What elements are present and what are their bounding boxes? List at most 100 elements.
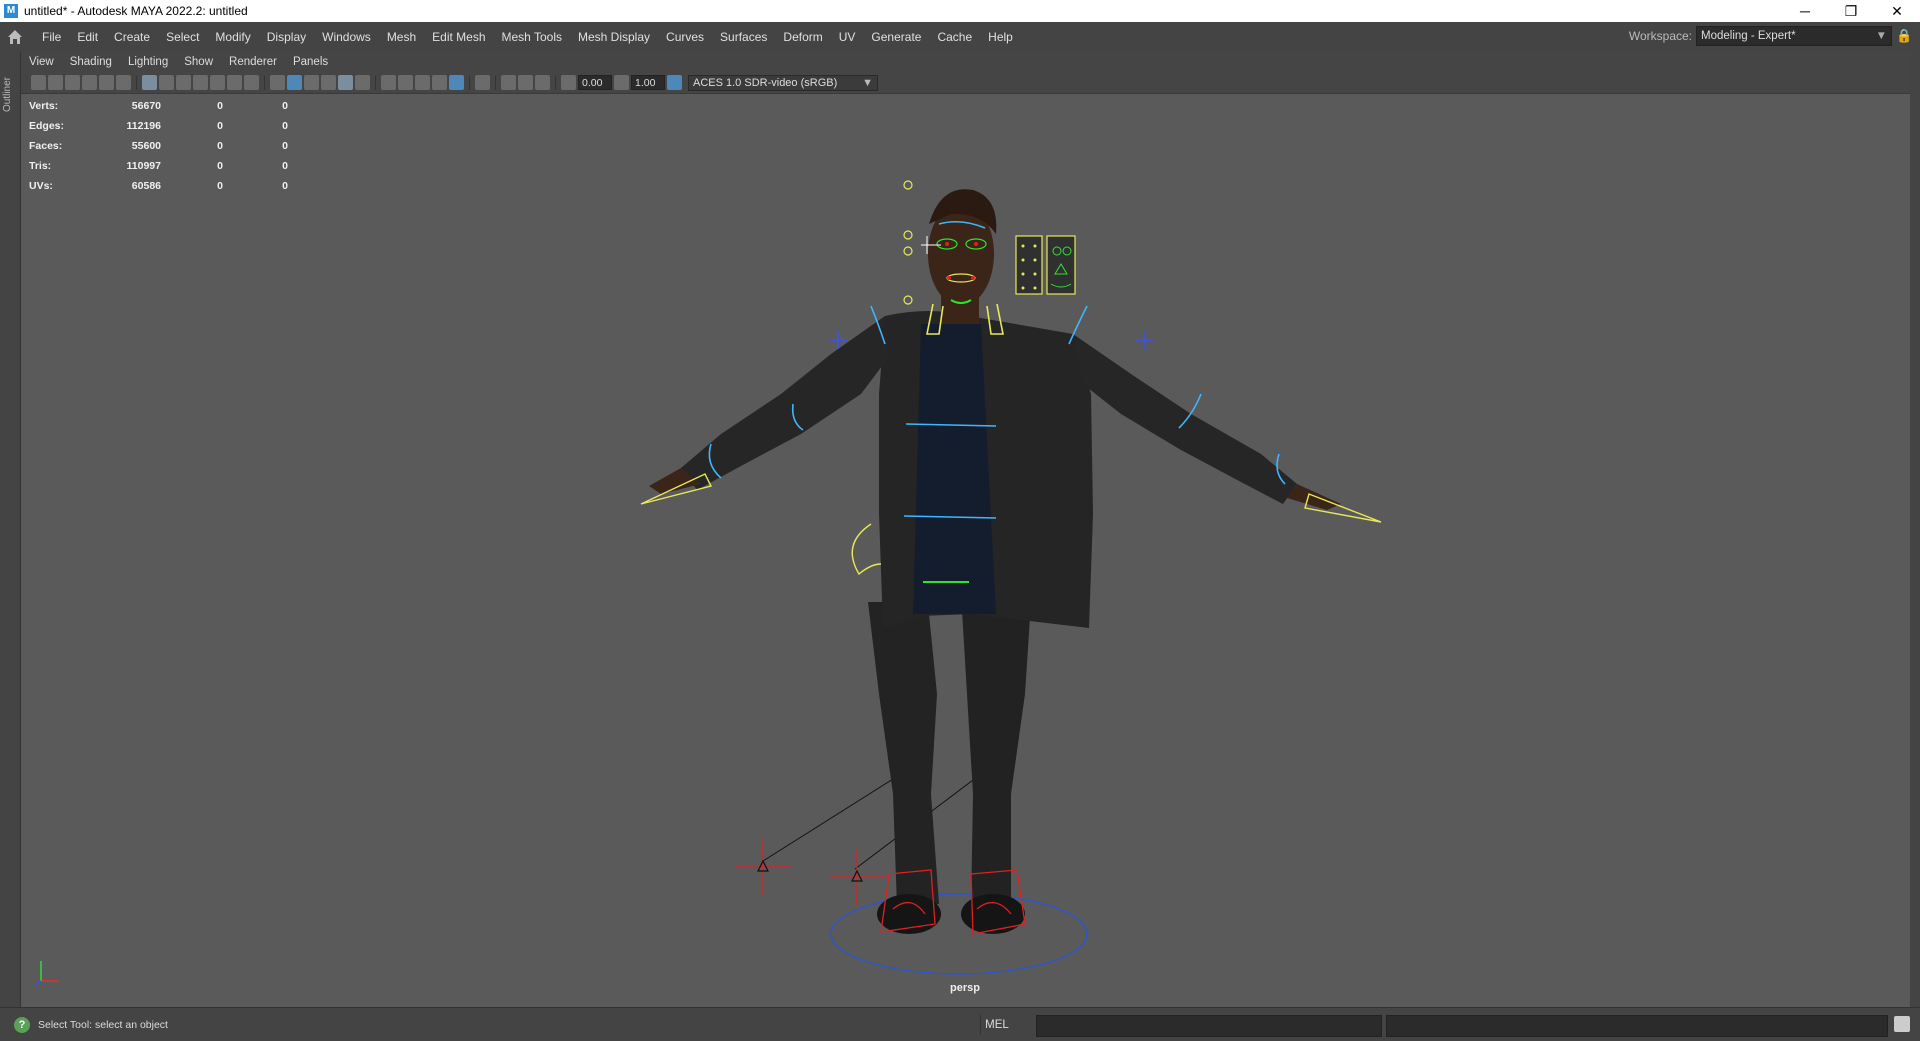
menu-select[interactable]: Select: [158, 30, 207, 44]
pole-vector-right[interactable]: [829, 849, 885, 905]
outliner-tab[interactable]: Outliner: [2, 77, 13, 112]
exposure-field[interactable]: 0.00: [578, 75, 612, 90]
left-arm-mesh[interactable]: [681, 316, 891, 490]
smooth-shade-icon[interactable]: [287, 75, 302, 90]
close-icon[interactable]: ✕: [1874, 0, 1920, 22]
panel-menu-renderer[interactable]: Renderer: [221, 56, 285, 68]
menu-create[interactable]: Create: [106, 30, 158, 44]
menu-generate[interactable]: Generate: [863, 30, 929, 44]
grid-icon[interactable]: [142, 75, 157, 90]
panel-menu-panels[interactable]: Panels: [285, 56, 336, 68]
window-controls: ─ ❐ ✕: [1782, 0, 1920, 22]
screen-space-ao-icon[interactable]: [398, 75, 413, 90]
xray-icon[interactable]: [501, 75, 516, 90]
view-axis-gizmo: [35, 961, 59, 986]
grease-pencil-icon[interactable]: [99, 75, 114, 90]
menu-mesh[interactable]: Mesh: [379, 30, 424, 44]
menu-windows[interactable]: Windows: [314, 30, 379, 44]
bookmark-icon[interactable]: [65, 75, 80, 90]
shadows-icon[interactable]: [381, 75, 396, 90]
anti-aliasing-icon[interactable]: [432, 75, 447, 90]
left-leg-mesh[interactable]: [868, 594, 939, 906]
scene-canvas[interactable]: [21, 94, 1910, 1007]
xray-active-icon[interactable]: [518, 75, 533, 90]
depth-of-field-icon[interactable]: [449, 75, 464, 90]
menu-deform[interactable]: Deform: [775, 30, 830, 44]
head-fk-circles[interactable]: [903, 180, 913, 305]
panel-menu-view[interactable]: View: [21, 56, 62, 68]
menu-uv[interactable]: UV: [831, 30, 864, 44]
right-shoe-mesh[interactable]: [961, 894, 1025, 934]
film-gate-icon[interactable]: [159, 75, 174, 90]
camera-attributes-icon[interactable]: [48, 75, 63, 90]
menu-help[interactable]: Help: [980, 30, 1021, 44]
safe-action-icon[interactable]: [227, 75, 242, 90]
viewport-panel[interactable]: View Shading Lighting Show Renderer Pane…: [21, 52, 1910, 1007]
right-arm-mesh[interactable]: [1073, 334, 1297, 504]
menu-surfaces[interactable]: Surfaces: [712, 30, 775, 44]
color-management-icon[interactable]: [667, 75, 682, 90]
motion-blur-icon[interactable]: [415, 75, 430, 90]
menu-file[interactable]: File: [34, 30, 69, 44]
panel-toolbar: 0.00 1.00 ACES 1.0 SDR-video (sRGB) ▼: [21, 72, 1910, 94]
exposure-icon[interactable]: [561, 75, 576, 90]
lights-icon[interactable]: [355, 75, 370, 90]
toolbar-separator: [375, 75, 376, 90]
help-line: ? Select Tool: select an object MEL: [0, 1007, 1920, 1041]
menu-display[interactable]: Display: [259, 30, 314, 44]
minimize-icon[interactable]: ─: [1782, 0, 1828, 22]
view-transform-value: ACES 1.0 SDR-video (sRGB): [693, 76, 838, 89]
menu-edit-mesh[interactable]: Edit Mesh: [424, 30, 493, 44]
menu-edit[interactable]: Edit: [69, 30, 106, 44]
toolbar-separator: [555, 75, 556, 90]
menu-mesh-display[interactable]: Mesh Display: [570, 30, 658, 44]
script-language-toggle[interactable]: MEL: [980, 1015, 1013, 1035]
wireframe-icon[interactable]: [270, 75, 285, 90]
workspace-value: Modeling - Expert*: [1701, 30, 1796, 42]
field-chart-icon[interactable]: [210, 75, 225, 90]
chevron-down-icon: ▼: [862, 76, 873, 89]
right-leg-mesh[interactable]: [961, 594, 1031, 906]
2d-pan-zoom-icon[interactable]: [116, 75, 131, 90]
camera-name-label: persp: [950, 982, 980, 994]
view-transform-dropdown[interactable]: ACES 1.0 SDR-video (sRGB) ▼: [688, 74, 878, 91]
menu-curves[interactable]: Curves: [658, 30, 712, 44]
workspace-dropdown[interactable]: Modeling - Expert* ▼: [1696, 26, 1892, 46]
panel-menubar: View Shading Lighting Show Renderer Pane…: [21, 52, 1910, 72]
chevron-down-icon: ▼: [1875, 30, 1887, 42]
wireframe-on-shaded-icon[interactable]: [338, 75, 353, 90]
panel-menu-lighting[interactable]: Lighting: [120, 56, 176, 68]
command-line-input[interactable]: [1036, 1015, 1382, 1037]
title-bar: M untitled* - Autodesk MAYA 2022.2: unti…: [0, 0, 1920, 22]
gate-mask-icon[interactable]: [193, 75, 208, 90]
face-control-board[interactable]: [1015, 235, 1076, 295]
safe-title-icon[interactable]: [244, 75, 259, 90]
camera-select-icon[interactable]: [31, 75, 46, 90]
root-control-ring[interactable]: [830, 893, 1088, 975]
default-material-icon[interactable]: [304, 75, 319, 90]
restore-icon[interactable]: ❐: [1828, 0, 1874, 22]
panel-menu-show[interactable]: Show: [176, 56, 221, 68]
toolbar-separator: [495, 75, 496, 90]
panel-menu-shading[interactable]: Shading: [62, 56, 120, 68]
menu-modify[interactable]: Modify: [207, 30, 258, 44]
right-hand-mesh[interactable]: [1287, 484, 1341, 510]
resolution-gate-icon[interactable]: [176, 75, 191, 90]
right-strip: [1910, 52, 1920, 1007]
image-plane-icon[interactable]: [82, 75, 97, 90]
help-icon[interactable]: ?: [14, 1016, 30, 1033]
lock-icon[interactable]: 🔒: [1896, 28, 1912, 44]
pole-vector-left[interactable]: [735, 839, 791, 895]
outliner-tab-strip: Outliner: [0, 52, 21, 1007]
workspace-label: Workspace:: [1628, 29, 1692, 43]
textured-icon[interactable]: [321, 75, 336, 90]
menu-cache[interactable]: Cache: [929, 30, 980, 44]
menu-mesh-tools[interactable]: Mesh Tools: [494, 30, 570, 44]
gamma-icon[interactable]: [614, 75, 629, 90]
xray-joints-icon[interactable]: [535, 75, 550, 90]
script-editor-icon[interactable]: [1894, 1016, 1910, 1032]
gamma-field[interactable]: 1.00: [631, 75, 665, 90]
home-icon[interactable]: [6, 28, 24, 46]
isolate-select-icon[interactable]: [475, 75, 490, 90]
help-line-message: Select Tool: select an object: [38, 1018, 168, 1031]
